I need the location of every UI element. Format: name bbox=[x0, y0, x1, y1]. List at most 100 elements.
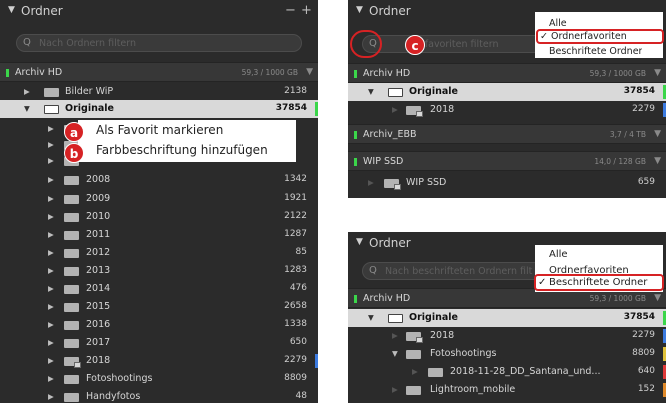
expand-arrow-icon[interactable]: ▶ bbox=[48, 140, 54, 149]
folder-count: 8809 bbox=[632, 348, 655, 358]
expand-arrow-icon[interactable]: ▶ bbox=[392, 105, 398, 114]
folder-name: Fotoshootings bbox=[86, 373, 153, 384]
volume-archiv-hd[interactable]: Archiv HD 59,3 / 1000 GB ▼ bbox=[0, 62, 318, 82]
folder-name: 2016 bbox=[86, 319, 111, 330]
volume-wip-ssd[interactable]: WIP SSD 14,0 / 128 GB ▼ bbox=[348, 151, 666, 171]
folder-row[interactable]: ▶ Handyfotos 48 bbox=[0, 388, 318, 403]
expand-arrow-icon[interactable]: ▶ bbox=[48, 284, 54, 293]
folder-filter-input[interactable] bbox=[39, 36, 267, 50]
folder-icon bbox=[64, 267, 79, 276]
folder-row[interactable]: ▶ 2014 476 bbox=[0, 280, 318, 298]
expand-arrow-icon[interactable]: ▶ bbox=[368, 178, 374, 187]
volume-menu-icon[interactable]: ▼ bbox=[654, 156, 661, 166]
expand-arrow-icon[interactable]: ▶ bbox=[48, 175, 54, 184]
collapse-triangle-icon[interactable]: ▼ bbox=[356, 237, 363, 247]
menu-item-als-favorit[interactable]: Als Favorit markieren bbox=[96, 123, 223, 137]
folder-row[interactable]: ▶ 2010 2122 bbox=[0, 208, 318, 226]
panel-title: Ordner bbox=[369, 236, 411, 250]
volume-archiv-ebb[interactable]: Archiv_EBB 3,7 / 4 TB ▼ bbox=[348, 124, 666, 144]
folder-row[interactable]: ▶ Fotoshootings 8809 bbox=[0, 370, 318, 388]
collapse-arrow-icon[interactable]: ▼ bbox=[368, 87, 374, 96]
expand-arrow-icon[interactable]: ▶ bbox=[392, 385, 398, 394]
volume-size: 3,7 / 4 TB bbox=[609, 130, 646, 139]
volume-menu-icon[interactable]: ▼ bbox=[654, 293, 661, 303]
folder-name: Handyfotos bbox=[86, 391, 141, 402]
folder-icon bbox=[64, 357, 81, 368]
folder-row[interactable]: ▶ 2008 1342 bbox=[0, 171, 318, 189]
folder-row[interactable]: ▶ 2011 1287 bbox=[0, 226, 318, 244]
dropdown-option-besch[interactable]: Beschriftete Ordner bbox=[549, 46, 642, 56]
folder-row[interactable]: ▶ 2018 2279 bbox=[348, 101, 666, 119]
color-label-bar bbox=[315, 102, 318, 116]
volume-size: 59,3 / 1000 GB bbox=[589, 294, 646, 303]
expand-arrow-icon[interactable]: ▶ bbox=[24, 87, 30, 96]
volume-name: WIP SSD bbox=[363, 156, 404, 167]
expand-arrow-icon[interactable]: ▶ bbox=[48, 156, 54, 165]
folder-row[interactable]: ▶ 2017 650 bbox=[0, 334, 318, 352]
expand-arrow-icon[interactable]: ▶ bbox=[392, 331, 398, 340]
volume-size: 59,3 / 1000 GB bbox=[589, 69, 646, 78]
expand-arrow-icon[interactable]: ▶ bbox=[48, 248, 54, 257]
folder-row[interactable]: ▶ 2018-11-28_DD_Santana_und... 640 bbox=[348, 363, 666, 381]
expand-arrow-icon[interactable]: ▶ bbox=[48, 230, 54, 239]
folder-row[interactable]: ▶ 2018 2279 bbox=[0, 352, 318, 370]
folder-filter-field[interactable]: Q bbox=[16, 34, 302, 52]
folder-count: 37854 bbox=[623, 312, 655, 322]
collapse-arrow-icon[interactable]: ▼ bbox=[24, 104, 30, 113]
add-folder-icon[interactable]: + bbox=[301, 3, 312, 18]
collapse-triangle-icon[interactable]: ▼ bbox=[8, 5, 15, 15]
collapse-minus-icon[interactable]: − bbox=[285, 3, 296, 18]
folder-count: 1287 bbox=[284, 229, 307, 239]
volume-archiv-hd[interactable]: Archiv HD 59,3 / 1000 GB ▼ bbox=[348, 63, 666, 83]
folder-row[interactable]: ▶ 2009 1921 bbox=[0, 190, 318, 208]
collapse-triangle-icon[interactable]: ▼ bbox=[356, 5, 363, 15]
volume-menu-icon[interactable]: ▼ bbox=[654, 68, 661, 78]
expand-arrow-icon[interactable]: ▶ bbox=[412, 367, 418, 376]
folder-name: Originale bbox=[409, 86, 458, 97]
expand-arrow-icon[interactable]: ▶ bbox=[48, 266, 54, 275]
folder-row-selected[interactable]: ▼ Originale 37854 bbox=[348, 309, 666, 327]
folder-row[interactable]: ▼ Fotoshootings 8809 bbox=[348, 345, 666, 363]
expand-arrow-icon[interactable]: ▶ bbox=[48, 302, 54, 311]
expand-arrow-icon[interactable]: ▶ bbox=[48, 320, 54, 329]
folder-count: 85 bbox=[295, 247, 307, 257]
dropdown-option-alle[interactable]: Alle bbox=[549, 249, 568, 260]
collapse-arrow-icon[interactable]: ▼ bbox=[368, 313, 374, 322]
folder-row[interactable]: ▶ WIP SSD 659 bbox=[348, 174, 666, 192]
folder-icon bbox=[64, 213, 79, 222]
volume-size: 14,0 / 128 GB bbox=[594, 157, 646, 166]
menu-item-farbbeschriftung[interactable]: Farbbeschriftung hinzufügen bbox=[96, 143, 268, 157]
folder-count: 1921 bbox=[284, 193, 307, 203]
open-folder-icon bbox=[388, 88, 403, 97]
folder-count: 2279 bbox=[284, 355, 307, 365]
expand-arrow-icon[interactable]: ▶ bbox=[48, 356, 54, 365]
expand-arrow-icon[interactable]: ▶ bbox=[48, 212, 54, 221]
folder-row[interactable]: ▶ Bilder WiP 2138 bbox=[0, 83, 318, 101]
folder-row[interactable]: ▶ 2018 2279 bbox=[348, 327, 666, 345]
folder-count: 1342 bbox=[284, 174, 307, 184]
folder-row[interactable]: ▶ Lightroom_mobile 152 bbox=[348, 381, 666, 399]
expand-arrow-icon[interactable]: ▶ bbox=[48, 124, 54, 133]
volume-menu-icon[interactable]: ▼ bbox=[654, 129, 661, 139]
search-icon[interactable]: Q bbox=[23, 37, 31, 48]
collapse-arrow-icon[interactable]: ▼ bbox=[392, 349, 398, 358]
folder-row[interactable]: ▶ 2016 1338 bbox=[0, 316, 318, 334]
volume-status-icon bbox=[6, 69, 9, 77]
search-icon[interactable]: Q bbox=[369, 265, 377, 276]
expand-arrow-icon[interactable]: ▶ bbox=[48, 338, 54, 347]
dropdown-option-favoriten[interactable]: ✓ Ordnerfavoriten bbox=[536, 29, 664, 44]
expand-arrow-icon[interactable]: ▶ bbox=[48, 392, 54, 401]
expand-arrow-icon[interactable]: ▶ bbox=[48, 374, 54, 383]
folder-row[interactable]: ▶ 2013 1283 bbox=[0, 262, 318, 280]
folder-row-selected[interactable]: ▼ Originale 37854 bbox=[348, 83, 666, 101]
dropdown-option-favoriten[interactable]: Ordnerfavoriten bbox=[549, 265, 629, 274]
folder-row[interactable]: ▶ 2015 2658 bbox=[0, 298, 318, 316]
folder-name: 2009 bbox=[86, 193, 111, 204]
dropdown-option-beschriftete[interactable]: ✓ Beschriftete Ordner bbox=[534, 274, 664, 291]
folder-row-selected[interactable]: ▼ Originale 37854 bbox=[0, 100, 318, 118]
expand-arrow-icon[interactable]: ▶ bbox=[48, 194, 54, 203]
volume-menu-icon[interactable]: ▼ bbox=[306, 67, 313, 77]
dropdown-option-alle[interactable]: Alle bbox=[549, 18, 567, 29]
panel-header[interactable]: ▼ Ordner − + bbox=[0, 0, 318, 22]
folder-row[interactable]: ▶ 2012 85 bbox=[0, 244, 318, 262]
